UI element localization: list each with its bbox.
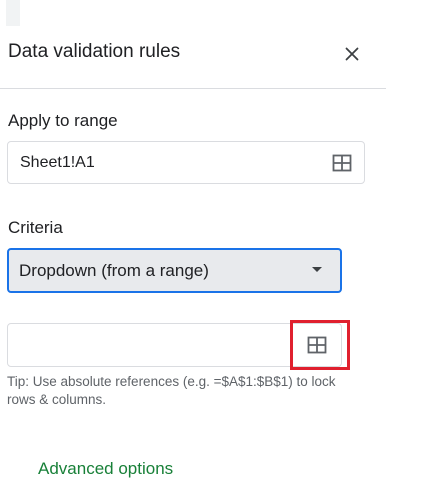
apply-to-range-field[interactable]: Sheet1!A1: [7, 141, 365, 184]
range-source-field[interactable]: [7, 323, 342, 367]
range-tip-text: Tip: Use absolute references (e.g. =$A$1…: [7, 374, 336, 407]
select-range-icon[interactable]: [307, 335, 327, 355]
apply-to-range-label: Apply to range: [8, 111, 118, 130]
criteria-selected-value: Dropdown (from a range): [19, 261, 209, 280]
advanced-options-link[interactable]: Advanced options: [38, 458, 173, 480]
header-divider: [0, 88, 386, 89]
apply-to-range-value: Sheet1!A1: [20, 154, 95, 171]
range-source-input[interactable]: [18, 334, 282, 358]
close-button[interactable]: [338, 40, 366, 68]
data-validation-panel: Data validation rules Apply to range She…: [0, 0, 422, 496]
select-range-icon[interactable]: [332, 153, 352, 173]
scroll-strip: [6, 0, 20, 26]
criteria-label: Criteria: [8, 218, 63, 237]
close-icon: [345, 47, 359, 61]
dropdown-caret-icon: [312, 267, 322, 272]
panel-title: Data validation rules: [8, 41, 181, 62]
criteria-dropdown[interactable]: Dropdown (from a range): [7, 248, 342, 293]
